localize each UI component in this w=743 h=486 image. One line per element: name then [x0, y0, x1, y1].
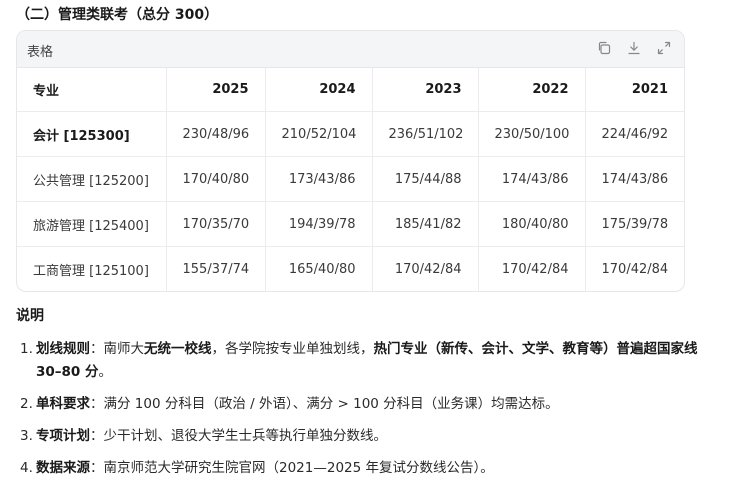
list-item: 3. 专项计划：少干计划、退役大学生士兵等执行单独分数线。: [20, 425, 720, 448]
table-cell: 174/43/86: [585, 156, 684, 202]
table-cell: 170/42/84: [478, 246, 586, 291]
table-cell: 170/42/84: [601, 261, 669, 277]
column-header-2025: 2025: [166, 68, 266, 112]
table-cell-major: 旅游管理 [125400]: [17, 201, 167, 247]
note-text: 南京师范大学研究生院官网（2021—2025 年复试分数线公告）。: [103, 460, 494, 476]
table-cell: 175/44/88: [372, 156, 479, 202]
table-row: 公共管理 [125200] 170/40/80 173/43/86 175/44…: [17, 156, 684, 202]
table-row: 旅游管理 [125400] 170/35/70 194/39/78 185/41…: [17, 201, 684, 247]
table-cell: 230/48/96: [166, 111, 266, 157]
note-text: 。: [98, 364, 113, 380]
column-header-major: 专业: [17, 68, 167, 112]
list-item: 1. 划线规则：南师大无统一校线，各学院按专业单独划线，热门专业（新传、会计、文学…: [20, 338, 720, 384]
table-card-header: 表格: [17, 31, 684, 68]
score-table: 专业 2025 2024 2023 2022 2021 会计 [125300] …: [17, 68, 684, 291]
note-text: ，各学院按专业单独划线，: [211, 341, 374, 357]
table-cell: 224/46/92: [585, 111, 684, 157]
list-item: 4. 数据来源：南京师范大学研究生院官网（2021—2025 年复试分数线公告）。: [20, 457, 720, 480]
table-card: 表格 专业 2025 2024 2023 2022 2021 会计 [12530…: [16, 30, 685, 292]
note-separator: ：: [90, 460, 104, 476]
table-cell: 175/39/78: [585, 201, 684, 247]
table-cell: 185/41/82: [372, 201, 479, 247]
column-header-2024: 2024: [265, 68, 373, 112]
note-text: 少干计划、退役大学生士兵等执行单独分数线。: [103, 428, 388, 444]
table-row: 会计 [125300] 230/48/96 210/52/104 236/51/…: [17, 111, 684, 157]
list-number: 4.: [20, 460, 33, 476]
column-header-2022: 2022: [478, 68, 586, 112]
list-number: 3.: [20, 428, 33, 444]
section-heading: （二）管理类联考（总分 300）: [16, 7, 219, 23]
note-label: 单科要求: [36, 396, 90, 412]
download-icon[interactable]: [626, 40, 642, 56]
notes-title: 说明: [16, 308, 44, 324]
table-cell: 180/40/80: [478, 201, 586, 247]
note-label: 划线规则: [36, 341, 90, 357]
table-cell: 230/50/100: [478, 111, 586, 157]
copy-icon[interactable]: [596, 40, 612, 56]
table-header-row: 专业 2025 2024 2023 2022 2021: [17, 68, 684, 112]
note-emphasis: 无统一校线: [144, 341, 212, 357]
notes-list: 1. 划线规则：南师大无统一校线，各学院按专业单独划线，热门专业（新传、会计、文学…: [20, 338, 720, 480]
column-header-2021: 2021: [585, 68, 684, 112]
list-number: 2.: [20, 396, 33, 412]
note-label: 专项计划: [36, 428, 90, 444]
table-cell: 170/42/84: [372, 246, 479, 291]
table-cell-major: 工商管理 [125100]: [17, 246, 167, 291]
table-toolbar: [596, 40, 672, 56]
note-text: 南师大: [103, 341, 145, 357]
column-header-2023: 2023: [372, 68, 479, 112]
table-cell: 194/39/78: [265, 201, 373, 247]
list-item: 2. 单科要求：满分 100 分科目（政治 / 外语）、满分 > 100 分科目（…: [20, 393, 720, 416]
table-cell: 173/43/86: [265, 156, 373, 202]
expand-icon[interactable]: [656, 40, 672, 56]
note-label: 数据来源: [36, 460, 90, 476]
note-separator: ：: [90, 428, 104, 444]
table-cell: 165/40/80: [265, 246, 373, 291]
table-cell: 236/51/102: [372, 111, 479, 157]
list-number: 1.: [20, 341, 33, 357]
table-row: 工商管理 [125100] 155/37/74 165/40/80 170/42…: [17, 246, 684, 291]
table-cell: 210/52/104: [265, 111, 373, 157]
table-cell: 170/40/80: [166, 156, 266, 202]
note-separator: ：: [90, 341, 104, 357]
table-card-title: 表格: [27, 45, 54, 60]
table-cell-major: 公共管理 [125200]: [17, 156, 167, 202]
note-text: 满分 100 分科目（政治 / 外语）、满分 > 100 分科目（业务课）均需达…: [103, 396, 559, 412]
table-cell: 155/37/74: [166, 246, 266, 291]
table-cell: 170/35/70: [166, 201, 266, 247]
table-cell: 174/43/86: [478, 156, 586, 202]
note-separator: ：: [90, 396, 104, 412]
table-cell-major: 会计 [125300]: [17, 111, 167, 157]
